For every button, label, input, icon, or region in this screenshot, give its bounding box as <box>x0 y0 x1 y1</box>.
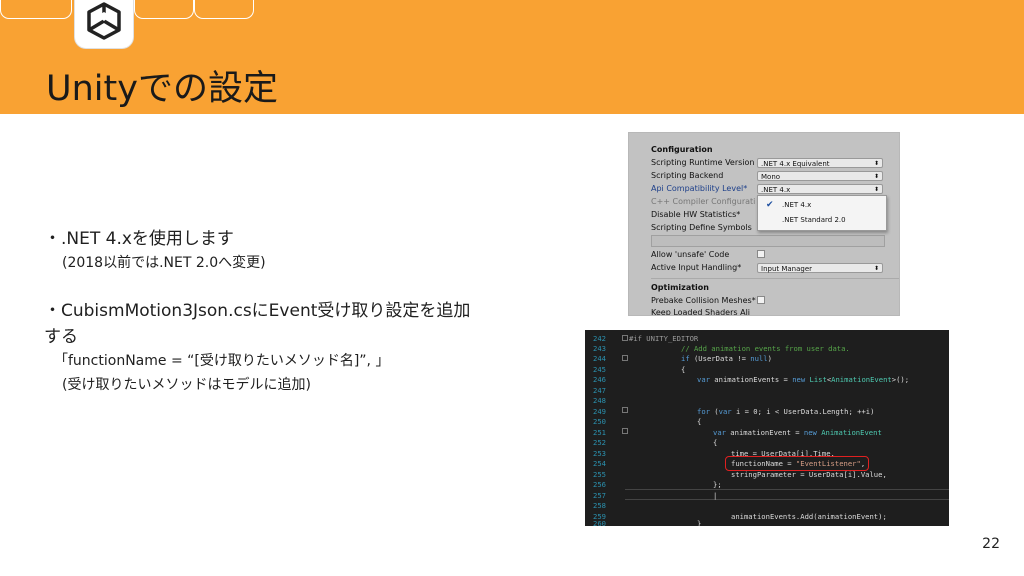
line-number: 260 <box>593 519 606 526</box>
line-number: 253 <box>593 448 606 458</box>
fold-toggle-icon[interactable] <box>622 428 628 434</box>
code-line: { <box>681 364 686 374</box>
line-number: 246 <box>593 375 606 384</box>
code-line: } <box>697 519 702 526</box>
updown-arrow-icon: ⬍ <box>873 173 879 180</box>
section-configuration: Configuration <box>651 145 713 154</box>
function-name-highlight-box <box>725 456 869 471</box>
popup-option[interactable]: .NET 4.x <box>782 201 811 209</box>
current-line-highlight <box>625 489 949 500</box>
header-tab <box>134 0 194 19</box>
page-number: 22 <box>982 536 1000 552</box>
code-line: animationEvents.Add(animationEvent); <box>731 511 887 521</box>
allow-unsafe-checkbox[interactable] <box>757 250 765 258</box>
text-cursor: | <box>713 490 718 500</box>
line-number: 249 <box>593 406 606 416</box>
line-number: 256 <box>593 480 606 489</box>
divider <box>651 278 899 279</box>
bullet-event-setting-cont: する <box>44 327 78 347</box>
runtime-version-dropdown[interactable]: .NET 4.x Equivalent ⬍ <box>757 158 883 168</box>
setting-label: Allow 'unsafe' Code <box>651 250 730 259</box>
api-compatibility-popup: ✔ .NET 4.x .NET Standard 2.0 <box>757 195 887 231</box>
setting-label: Active Input Handling* <box>651 263 742 272</box>
code-line: if (UserData != null) <box>681 354 772 363</box>
api-compatibility-dropdown[interactable]: .NET 4.x ⬍ <box>757 184 883 194</box>
header-banner: Unityでの設定 <box>0 0 1024 114</box>
code-line: }; <box>713 480 722 489</box>
setting-label: Keep Loaded Shaders Ali <box>651 308 751 316</box>
section-optimization: Optimization <box>651 283 709 292</box>
line-number: 243 <box>593 344 606 353</box>
line-number: 255 <box>593 469 606 479</box>
popup-option[interactable]: .NET Standard 2.0 <box>782 216 846 224</box>
line-number: 251 <box>593 427 606 437</box>
code-line: var animationEvents = new List<Animation… <box>697 375 910 384</box>
input-handling-dropdown[interactable]: Input Manager ⬍ <box>757 263 883 273</box>
prebake-checkbox[interactable] <box>757 296 765 304</box>
setting-label: Api Compatibility Level* <box>651 184 748 193</box>
fold-toggle-icon[interactable] <box>622 355 628 361</box>
line-number: 247 <box>593 385 606 395</box>
dropdown-value: .NET 4.x Equivalent <box>761 160 830 168</box>
setting-label: Scripting Define Symbols <box>651 223 752 232</box>
code-line: { <box>713 438 718 447</box>
updown-arrow-icon: ⬍ <box>873 160 879 167</box>
scripting-backend-dropdown[interactable]: Mono ⬍ <box>757 171 883 181</box>
code-line: #if UNITY_EDITOR <box>629 334 699 343</box>
player-settings-panel: Configuration Scripting Runtime Version … <box>628 132 900 316</box>
dropdown-value: Input Manager <box>761 265 813 273</box>
dropdown-value: .NET 4.x <box>761 186 791 194</box>
note-method-target: (受け取りたいメソッドはモデルに追加) <box>62 377 311 393</box>
setting-label: C++ Compiler Configurati <box>651 197 756 206</box>
line-number: 250 <box>593 417 606 426</box>
note-dotnet-legacy: (2018以前では.NET 2.0へ変更) <box>62 255 266 271</box>
line-number: 244 <box>593 354 606 363</box>
header-tab <box>194 0 254 19</box>
line-number: 254 <box>593 459 606 468</box>
function-name-snippet: 「functionName = “[受け取りたいメソッド名]”, 」 <box>54 353 390 369</box>
code-line: var animationEvent = new AnimationEvent <box>713 427 882 437</box>
define-symbols-field[interactable] <box>651 235 885 247</box>
updown-arrow-icon: ⬍ <box>873 265 879 272</box>
setting-label: Prebake Collision Meshes* <box>651 296 756 305</box>
logo-tab <box>74 0 134 49</box>
setting-label: Scripting Backend <box>651 171 724 180</box>
page-title: Unityでの設定 <box>46 69 278 109</box>
dropdown-value: Mono <box>761 173 781 181</box>
unity-logo-icon <box>87 2 121 40</box>
header-tab <box>0 0 72 19</box>
bullet-event-setting: ・CubismMotion3Json.csにEvent受け取り設定を追加 <box>44 301 471 321</box>
code-line: // Add animation events from user data. <box>681 344 850 353</box>
code-editor: 242 243 244 245 246 247 248 249 250 251 … <box>585 330 949 526</box>
line-number: 252 <box>593 438 606 447</box>
code-line: { <box>697 417 702 426</box>
fold-toggle-icon[interactable] <box>622 335 628 341</box>
bullet-dotnet: ・.NET 4.xを使用します <box>44 229 234 249</box>
updown-arrow-icon: ⬍ <box>873 186 879 193</box>
checkmark-icon: ✔ <box>766 200 774 210</box>
fold-toggle-icon[interactable] <box>622 407 628 413</box>
line-number: 248 <box>593 396 606 405</box>
line-number: 242 <box>593 334 606 343</box>
setting-label: Scripting Runtime Version <box>651 158 755 167</box>
line-number: 257 <box>593 490 606 500</box>
line-number: 258 <box>593 501 606 510</box>
code-line: for (var i = 0; i < UserData.Length; ++i… <box>697 406 875 416</box>
setting-label: Disable HW Statistics* <box>651 210 741 219</box>
line-number: 245 <box>593 364 606 374</box>
